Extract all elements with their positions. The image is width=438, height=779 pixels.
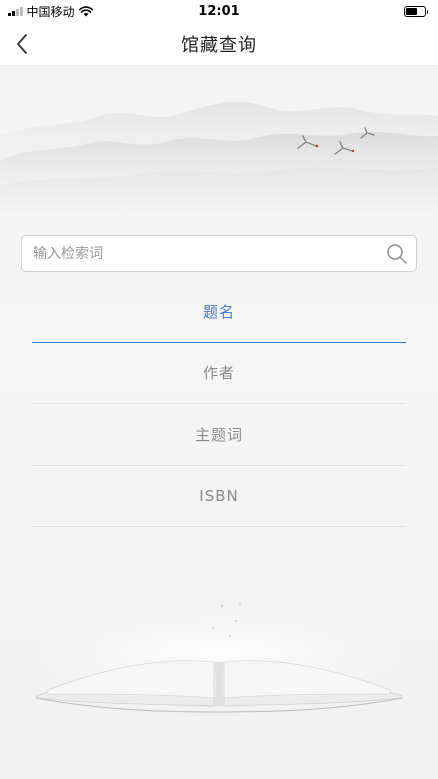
- search-type-author[interactable]: 作者: [32, 343, 406, 404]
- page-title: 馆藏查询: [181, 34, 257, 56]
- search-type-label: 作者: [202, 364, 235, 383]
- status-left: 中国移动: [8, 3, 93, 20]
- search-input[interactable]: [22, 236, 382, 271]
- signal-icon: [8, 6, 23, 16]
- battery-fill: [406, 7, 417, 15]
- main-content: 题名 作者 主题词 ISBN: [0, 66, 438, 779]
- search-type-title[interactable]: 题名: [32, 281, 406, 343]
- wifi-icon: [78, 5, 93, 16]
- nav-bar: 馆藏查询: [0, 22, 438, 66]
- search-type-label: ISBN: [199, 486, 239, 505]
- search-type-list: 题名 作者 主题词 ISBN: [32, 281, 406, 527]
- search-type-subject[interactable]: 主题词: [32, 404, 406, 466]
- search-type-isbn[interactable]: ISBN: [32, 466, 406, 527]
- status-bar: 中国移动 12:01: [0, 0, 438, 22]
- carrier-label: 中国移动: [26, 4, 75, 19]
- battery-icon: [404, 5, 428, 17]
- chevron-left-icon: [17, 34, 27, 54]
- search-type-label: 主题词: [194, 425, 243, 444]
- search-icon[interactable]: [382, 239, 412, 269]
- search-type-label: 题名: [202, 302, 235, 321]
- back-button[interactable]: [6, 28, 38, 60]
- search-box: [21, 235, 417, 272]
